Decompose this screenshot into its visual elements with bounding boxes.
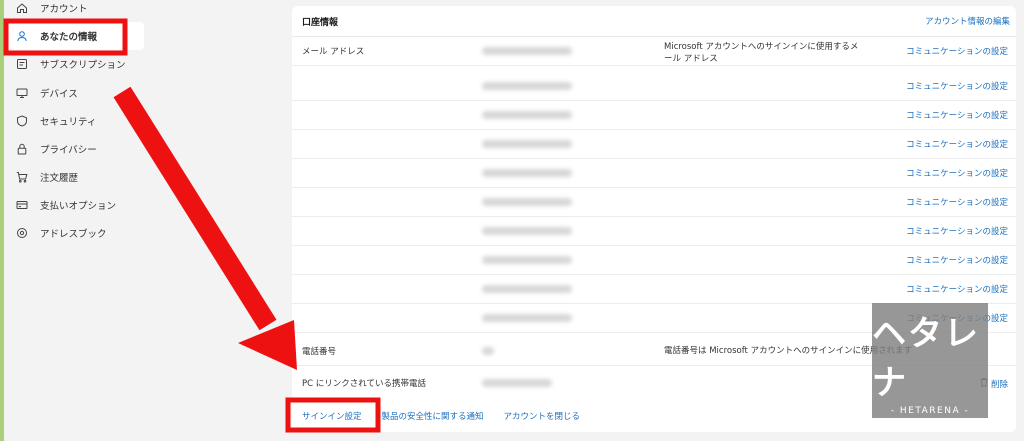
alias-value-blurred — [482, 314, 572, 322]
sidebar-item-devices[interactable]: デバイス — [8, 79, 144, 107]
communication-settings-link[interactable]: コミュニケーションの設定 — [906, 138, 1008, 150]
watermark-logo-text: ヘタレナ — [872, 313, 980, 403]
sidebar-item-label: セキュリティ — [40, 117, 97, 128]
card-icon — [15, 198, 29, 212]
email-alias-row: コミュニケーションの設定 — [292, 158, 1016, 188]
watermark-logo: ヘタレナ - HETARENA - — [872, 303, 988, 418]
sign-in-settings-link[interactable]: サインイン設定 — [302, 410, 362, 422]
email-label: メール アドレス — [302, 47, 365, 57]
sidebar-item-label: あなたの情報 — [40, 32, 98, 43]
email-description: Microsoft アカウントへのサインインに使用するメール アドレス — [664, 42, 859, 64]
sidebar-item-your-info[interactable]: あなたの情報 — [8, 22, 144, 50]
alias-value-blurred — [482, 256, 572, 264]
sidebar-item-label: サブスクリプション — [40, 60, 126, 71]
sidebar-item-account[interactable]: アカウント — [8, 0, 144, 22]
home-icon — [15, 1, 29, 15]
sidebar-item-label: プライバシー — [40, 145, 97, 156]
alias-value-blurred — [482, 111, 572, 119]
sidebar-item-payment-options[interactable]: 支払いオプション — [8, 191, 144, 219]
cart-icon — [15, 170, 29, 184]
phone-value-blurred — [482, 347, 494, 355]
shield-icon — [15, 114, 29, 128]
email-alias-row: コミュニケーションの設定 — [292, 245, 1016, 275]
card-title: 口座情報 — [302, 17, 339, 28]
alias-value-blurred — [482, 285, 572, 293]
communication-settings-link[interactable]: コミュニケーションの設定 — [906, 254, 1008, 266]
annotation-arrow-head — [238, 320, 297, 370]
email-alias-row: コミュニケーションの設定 — [292, 216, 1016, 246]
sidebar-item-label: 支払いオプション — [40, 201, 117, 212]
alias-value-blurred — [482, 169, 572, 177]
delete-label: 削除 — [990, 379, 1008, 390]
communication-settings-link[interactable]: コミュニケーションの設定 — [906, 45, 1008, 57]
email-alias-row: コミュニケーションの設定 — [292, 187, 1016, 217]
linked-phone-value-blurred — [482, 379, 552, 387]
alias-value-blurred — [482, 227, 572, 235]
email-row: メール アドレス Microsoft アカウントへのサインインに使用するメール … — [292, 36, 1016, 66]
alias-value-blurred — [482, 198, 572, 206]
email-alias-row: コミュニケーションの設定 — [292, 100, 1016, 130]
edit-account-info-link[interactable]: アカウント情報の編集 — [925, 15, 1010, 27]
email-alias-row: コミュニケーションの設定 — [292, 71, 1016, 101]
sidebar-item-address-book[interactable]: アドレスブック — [8, 219, 144, 247]
alias-value-blurred — [482, 82, 572, 90]
email-alias-row: コミュニケーションの設定 — [292, 129, 1016, 159]
card-header: 口座情報 アカウント情報の編集 — [292, 6, 1016, 37]
lock-icon — [15, 142, 29, 156]
sidebar-item-label: アドレスブック — [40, 229, 107, 240]
watermark-subtext: - HETARENA - — [890, 405, 970, 416]
communication-settings-link[interactable]: コミュニケーションの設定 — [906, 283, 1008, 295]
email-value-blurred — [482, 47, 572, 55]
communication-settings-link[interactable]: コミュニケーションの設定 — [906, 167, 1008, 179]
communication-settings-link[interactable]: コミュニケーションの設定 — [906, 196, 1008, 208]
sidebar-item-subscription[interactable]: サブスクリプション — [8, 50, 144, 78]
sidebar-item-order-history[interactable]: 注文履歴 — [8, 163, 144, 191]
sidebar-item-label: デバイス — [40, 89, 78, 100]
communication-settings-link[interactable]: コミュニケーションの設定 — [906, 80, 1008, 92]
sidebar-item-privacy[interactable]: プライバシー — [8, 135, 144, 163]
subscription-icon — [15, 57, 29, 71]
sidebar-item-label: アカウント — [40, 4, 88, 15]
location-pin-icon — [15, 226, 29, 240]
monitor-icon — [15, 86, 29, 100]
product-safety-notice-link[interactable]: 製品の安全性に関する通知 — [382, 410, 484, 422]
sidebar-item-label: 注文履歴 — [40, 173, 79, 184]
phone-label: 電話番号 — [302, 347, 337, 357]
sidebar: アカウント あなたの情報 サブスクリプション デバイス セキュリティ プライバシ… — [4, 0, 144, 441]
linked-phone-label: PC にリンクされている携帯電話 — [302, 379, 427, 389]
alias-value-blurred — [482, 140, 572, 148]
person-icon — [15, 29, 29, 43]
email-alias-row: コミュニケーションの設定 — [292, 274, 1016, 304]
communication-settings-link[interactable]: コミュニケーションの設定 — [906, 225, 1008, 237]
communication-settings-link[interactable]: コミュニケーションの設定 — [906, 109, 1008, 121]
close-account-link[interactable]: アカウントを閉じる — [504, 410, 581, 422]
sidebar-item-security[interactable]: セキュリティ — [8, 107, 144, 135]
